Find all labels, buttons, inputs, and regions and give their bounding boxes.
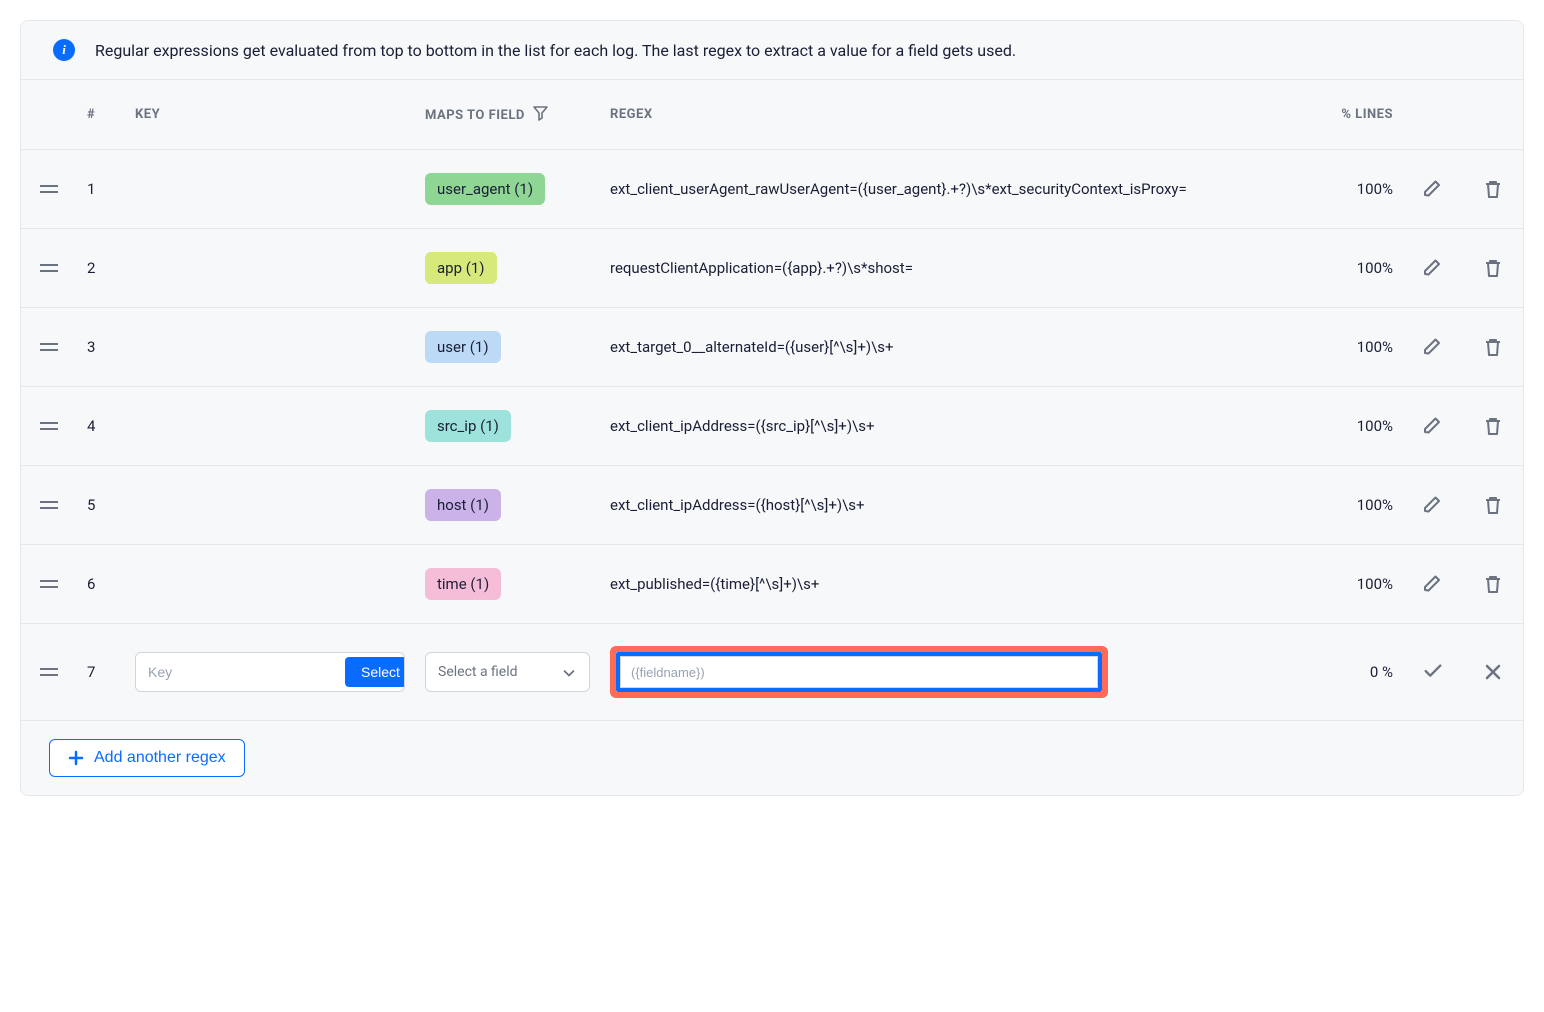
regex-input-highlight (610, 646, 1108, 698)
regex-panel: i Regular expressions get evaluated from… (20, 20, 1524, 796)
row-number: 6 (77, 545, 125, 624)
cancel-button[interactable] (1476, 655, 1510, 689)
field-chip: user_agent (1) (425, 173, 545, 205)
col-header-key: KEY (125, 80, 415, 150)
pencil-icon (1422, 336, 1444, 358)
edit-button[interactable] (1416, 567, 1450, 601)
regex-input[interactable] (620, 656, 1098, 688)
regex-value: ext_client_ipAddress=({host}[^\s]+)\s+ (600, 466, 1313, 545)
drag-icon (40, 184, 58, 194)
field-chip: user (1) (425, 331, 501, 363)
percent-lines: 100% (1313, 308, 1403, 387)
drag-handle[interactable] (40, 421, 58, 431)
drag-handle[interactable] (40, 667, 58, 677)
confirm-button[interactable] (1416, 655, 1450, 689)
row-number: 3 (77, 308, 125, 387)
drag-handle[interactable] (40, 342, 58, 352)
row-number: 1 (77, 150, 125, 229)
chevron-down-icon (561, 664, 577, 680)
pencil-icon (1422, 494, 1444, 516)
delete-button[interactable] (1476, 330, 1510, 364)
add-regex-button[interactable]: Add another regex (49, 739, 245, 777)
field-chip: app (1) (425, 252, 497, 284)
edit-button[interactable] (1416, 251, 1450, 285)
row-number: 2 (77, 229, 125, 308)
trash-icon (1482, 494, 1504, 516)
trash-icon (1482, 178, 1504, 200)
percent-lines: 100% (1313, 229, 1403, 308)
key-select-button[interactable]: Select (345, 657, 405, 687)
drag-icon (40, 263, 58, 273)
field-select[interactable]: Select a field (425, 652, 590, 692)
row-number: 4 (77, 387, 125, 466)
table-row: 1 user_agent (1) ext_client_userAgent_rawU… (21, 150, 1523, 229)
edit-button[interactable] (1416, 172, 1450, 206)
drag-handle[interactable] (40, 263, 58, 273)
percent-lines: 100% (1313, 466, 1403, 545)
close-icon (1482, 661, 1504, 683)
check-icon (1422, 661, 1444, 683)
add-regex-label: Add another regex (94, 749, 226, 767)
regex-table: # KEY MAPS TO FIELD REGEX % LINES 1 user_… (21, 80, 1523, 721)
percent-lines: 100% (1313, 387, 1403, 466)
info-banner: i Regular expressions get evaluated from… (21, 21, 1523, 80)
field-chip: time (1) (425, 568, 501, 600)
col-header-num: # (77, 80, 125, 150)
trash-icon (1482, 257, 1504, 279)
drag-icon (40, 421, 58, 431)
trash-icon (1482, 573, 1504, 595)
regex-value: ext_client_userAgent_rawUserAgent=({user… (600, 150, 1313, 229)
regex-value: requestClientApplication=({app}.+?)\s*sh… (600, 229, 1313, 308)
delete-button[interactable] (1476, 409, 1510, 443)
info-icon: i (53, 39, 75, 61)
col-header-regex: REGEX (600, 80, 1313, 150)
drag-icon (40, 579, 58, 589)
table-row-edit: 7 Select Select a field 0 % (21, 624, 1523, 721)
field-chip: host (1) (425, 489, 501, 521)
table-footer: Add another regex (21, 721, 1523, 795)
edit-button[interactable] (1416, 330, 1450, 364)
table-row: 3 user (1) ext_target_0__alternateId=({use… (21, 308, 1523, 387)
pencil-icon (1422, 257, 1444, 279)
edit-button[interactable] (1416, 488, 1450, 522)
col-header-field-label: MAPS TO FIELD (425, 108, 525, 123)
percent-lines: 100% (1313, 150, 1403, 229)
delete-button[interactable] (1476, 172, 1510, 206)
filter-icon (533, 106, 548, 121)
trash-icon (1482, 336, 1504, 358)
table-row: 6 time (1) ext_published=({time}[^\s]+)\s+… (21, 545, 1523, 624)
drag-icon (40, 342, 58, 352)
col-header-pct: % LINES (1313, 80, 1403, 150)
drag-handle[interactable] (40, 579, 58, 589)
field-chip: src_ip (1) (425, 410, 511, 442)
percent-lines: 0 % (1313, 624, 1403, 721)
col-header-field[interactable]: MAPS TO FIELD (415, 80, 600, 150)
regex-value: ext_published=({time}[^\s]+)\s+ (600, 545, 1313, 624)
delete-button[interactable] (1476, 567, 1510, 601)
delete-button[interactable] (1476, 251, 1510, 285)
row-number: 5 (77, 466, 125, 545)
field-select-placeholder: Select a field (438, 664, 518, 680)
percent-lines: 100% (1313, 545, 1403, 624)
delete-button[interactable] (1476, 488, 1510, 522)
table-row: 5 host (1) ext_client_ipAddress=({host}[^\… (21, 466, 1523, 545)
drag-icon (40, 667, 58, 677)
pencil-icon (1422, 178, 1444, 200)
table-row: 4 src_ip (1) ext_client_ipAddress=({src_ip… (21, 387, 1523, 466)
trash-icon (1482, 415, 1504, 437)
info-text: Regular expressions get evaluated from t… (95, 41, 1016, 60)
regex-value: ext_target_0__alternateId=({user}[^\s]+)… (600, 308, 1313, 387)
plus-icon (68, 750, 84, 766)
drag-handle[interactable] (40, 500, 58, 510)
regex-value: ext_client_ipAddress=({src_ip}[^\s]+)\s+ (600, 387, 1313, 466)
edit-button[interactable] (1416, 409, 1450, 443)
pencil-icon (1422, 573, 1444, 595)
key-input[interactable] (136, 653, 341, 691)
key-input-group: Select (135, 652, 405, 692)
drag-handle[interactable] (40, 184, 58, 194)
drag-icon (40, 500, 58, 510)
pencil-icon (1422, 415, 1444, 437)
row-number: 7 (77, 624, 125, 721)
table-row: 2 app (1) requestClientApplication=({app}.… (21, 229, 1523, 308)
